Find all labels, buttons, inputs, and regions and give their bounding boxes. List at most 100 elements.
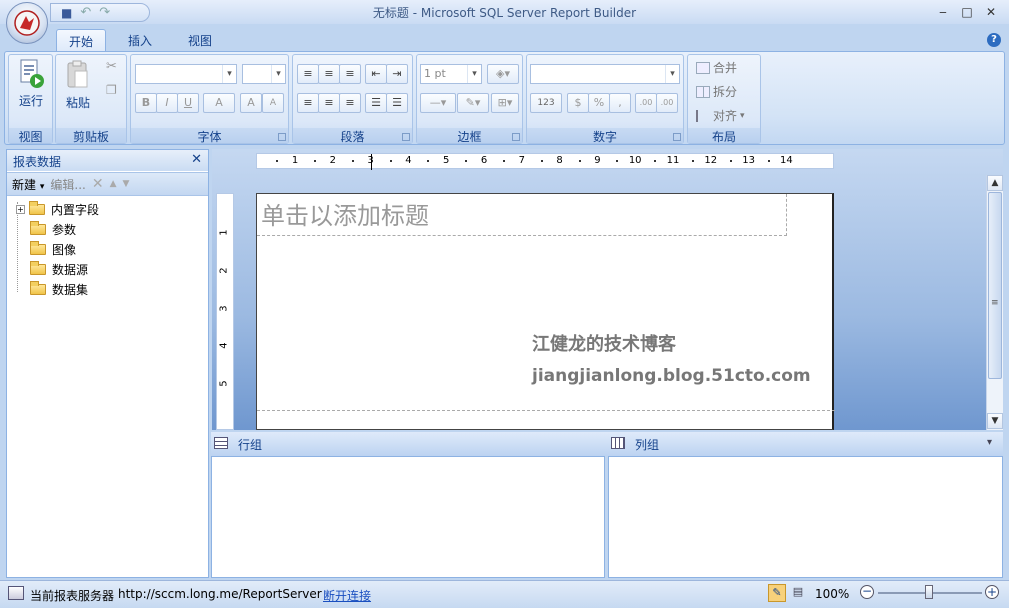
expand-icon[interactable]: +	[16, 204, 25, 214]
align-bottom-icon[interactable]: ≡	[339, 64, 361, 84]
tab-insert[interactable]: 插入	[116, 29, 164, 51]
delete-icon[interactable]: ✕	[92, 176, 104, 192]
group-label-font: 字体	[131, 128, 288, 144]
align-right-icon[interactable]: ≡	[339, 93, 361, 113]
tree-item-images[interactable]: 图像	[30, 240, 76, 258]
tab-view[interactable]: 视图	[176, 29, 224, 51]
grouping-header: 行组 列组 ▾	[211, 432, 1003, 456]
shrink-font-button[interactable]: A	[262, 93, 284, 113]
run-icon	[20, 59, 44, 88]
align-left-icon[interactable]: ≡	[297, 93, 319, 113]
font-size-combo[interactable]: ▾	[242, 64, 286, 84]
chevron-down-icon: ▾	[39, 181, 45, 192]
underline-button[interactable]: U	[177, 93, 199, 113]
design-view-icon[interactable]: ✎	[768, 584, 786, 602]
dialog-launcher-icon[interactable]	[673, 133, 681, 141]
tree-item-builtin-fields[interactable]: + 内置字段	[16, 200, 99, 218]
help-icon[interactable]: ?	[987, 33, 1001, 47]
report-page[interactable]: 单击以添加标题 江健龙的技术博客 jiangjianlong.blog.51ct…	[256, 193, 835, 430]
tab-home[interactable]: 开始	[56, 29, 107, 51]
disconnect-link[interactable]: 断开连接	[323, 587, 371, 604]
grow-font-button[interactable]: A	[240, 93, 262, 113]
ruler-tick-label: 11	[666, 155, 680, 166]
comma-button[interactable]: ,	[609, 93, 631, 113]
placeholder-styles-button[interactable]: 123	[530, 93, 562, 113]
zoom-slider-thumb[interactable]	[925, 585, 933, 599]
dialog-launcher-icon[interactable]	[512, 133, 520, 141]
copy-icon[interactable]: ❐	[106, 83, 117, 97]
decrease-decimal-button[interactable]: .00	[656, 93, 678, 113]
tree-item-label: 内置字段	[51, 202, 100, 217]
increase-indent-icon[interactable]: ⇥	[386, 64, 408, 84]
border-color-icon[interactable]: ✎▾	[457, 93, 489, 113]
edit-button[interactable]: 编辑...	[50, 176, 85, 193]
zoom-in-icon[interactable]: +	[985, 585, 999, 599]
bold-button[interactable]: B	[135, 93, 157, 113]
folder-icon	[29, 200, 45, 215]
ruler-tick	[427, 160, 430, 162]
ruler-cursor-marker	[371, 154, 372, 170]
tree-item-data-sources[interactable]: 数据源	[30, 260, 88, 278]
ruler-tick-label: 13	[742, 155, 755, 166]
zoom-out-icon[interactable]: −	[860, 585, 874, 599]
minimize-button[interactable]: ‒	[935, 5, 951, 19]
border-style-icon[interactable]: —▾	[420, 93, 456, 113]
ruler-tick	[540, 160, 543, 162]
ruler-tick	[389, 160, 392, 162]
report-data-pane: 报表数据 ✕ 新建 ▾ 编辑... ✕ ▲ ▼ + 内置字段 参数 图像 数据源…	[6, 149, 209, 578]
cut-icon[interactable]: ✂	[106, 59, 117, 74]
bullets-icon[interactable]: ☰	[365, 93, 387, 113]
ruler-tick	[502, 160, 505, 162]
numbering-icon[interactable]: ☰	[386, 93, 408, 113]
align-center-icon[interactable]: ≡	[318, 93, 340, 113]
watermark-text: 江健龙的技术博客	[532, 334, 676, 355]
italic-button[interactable]: I	[156, 93, 178, 113]
ruler-tick-label: 4	[405, 155, 412, 166]
percent-button[interactable]: %	[588, 93, 610, 113]
close-icon[interactable]: ✕	[191, 152, 202, 167]
ruler-tick	[313, 160, 316, 162]
column-groups-pane[interactable]	[608, 456, 1003, 578]
ruler-tick	[465, 160, 468, 162]
vertical-scrollbar[interactable]: ▲ ≡ ▼	[986, 175, 1003, 430]
font-name-combo[interactable]: ▾	[135, 64, 237, 84]
scroll-up-icon[interactable]: ▲	[987, 175, 1003, 191]
ribbon-group-view: 运行 视图	[8, 54, 53, 144]
align-top-icon[interactable]: ≡	[297, 64, 319, 84]
merge-button[interactable]: 合并	[696, 59, 737, 76]
chevron-down-icon: ▾	[665, 65, 679, 83]
tree-item-parameters[interactable]: 参数	[30, 220, 76, 238]
borders-icon[interactable]: ⊞▾	[491, 93, 519, 113]
fill-color-icon[interactable]: ◈▾	[487, 64, 519, 84]
border-width-combo[interactable]: 1 pt ▾	[420, 64, 482, 84]
group-label-clipboard: 剪贴板	[56, 128, 126, 144]
currency-button[interactable]: $	[567, 93, 589, 113]
paste-button[interactable]: 粘贴	[60, 59, 96, 111]
decrease-indent-icon[interactable]: ⇤	[365, 64, 387, 84]
close-button[interactable]: ✕	[983, 5, 999, 19]
scroll-down-icon[interactable]: ▼	[987, 413, 1003, 429]
paste-label: 粘贴	[65, 96, 90, 110]
preview-view-icon[interactable]: ▤	[789, 584, 807, 602]
scroll-thumb[interactable]: ≡	[988, 192, 1002, 379]
chevron-down-icon[interactable]: ▾	[987, 437, 992, 448]
office-button[interactable]	[6, 2, 48, 44]
split-button[interactable]: 拆分	[696, 83, 737, 100]
row-groups-pane[interactable]	[211, 456, 605, 578]
increase-decimal-button[interactable]: .00	[635, 93, 657, 113]
maximize-button[interactable]: □	[959, 5, 975, 19]
align-middle-icon[interactable]: ≡	[318, 64, 340, 84]
dialog-launcher-icon[interactable]	[278, 133, 286, 141]
ruler-tick-label: 14	[780, 155, 793, 166]
align-button[interactable]: 对齐 ▾	[696, 107, 745, 124]
run-button[interactable]: 运行	[13, 57, 49, 109]
font-color-button[interactable]: A	[203, 93, 235, 113]
move-up-icon[interactable]: ▲	[110, 179, 117, 189]
report-title-placeholder[interactable]: 单击以添加标题	[257, 194, 787, 236]
tree-item-datasets[interactable]: 数据集	[30, 280, 88, 298]
run-label: 运行	[18, 94, 43, 108]
dialog-launcher-icon[interactable]	[402, 133, 410, 141]
move-down-icon[interactable]: ▼	[122, 179, 129, 189]
new-button[interactable]: 新建 ▾	[12, 176, 44, 193]
number-format-combo[interactable]: ▾	[530, 64, 680, 84]
